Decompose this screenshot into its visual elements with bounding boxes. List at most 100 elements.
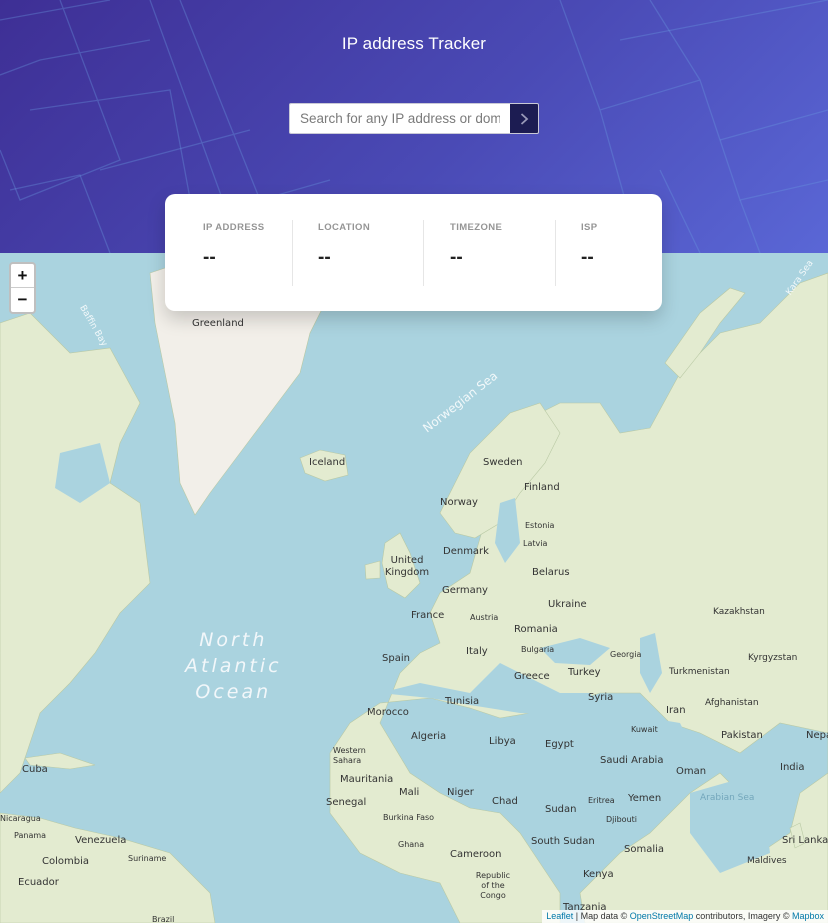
map-label: Kuwait (631, 725, 658, 734)
map-label: Latvia (523, 539, 548, 548)
map-label: Eritrea (588, 796, 615, 805)
map-label: Austria (470, 613, 499, 622)
map-label: Morocco (367, 707, 409, 718)
osm-link[interactable]: OpenStreetMap (630, 911, 694, 921)
leaflet-link[interactable]: Leaflet (546, 911, 573, 921)
stat-label: LOCATION (318, 222, 371, 233)
map-label: Kazakhstan (713, 607, 765, 617)
map-tiles (0, 253, 828, 923)
stat-ip-address: IP ADDRESS -- (203, 222, 265, 269)
map-label: Burkina Faso (383, 813, 435, 822)
map-label: Pakistan (721, 730, 763, 741)
map-label: Norway (440, 497, 478, 508)
map-label: Belarus (532, 567, 570, 578)
map-label: Algeria (411, 731, 447, 742)
map-label: Egypt (545, 739, 574, 750)
map-label: South Sudan (531, 836, 595, 847)
ocean-label-line: North (199, 629, 268, 651)
search-submit-button[interactable] (510, 103, 539, 134)
map-label: Saudi Arabia (600, 755, 664, 766)
map-label: Senegal (326, 797, 367, 808)
page-title: IP address Tracker (341, 34, 487, 53)
map-label: Kenya (583, 869, 614, 880)
stat-timezone: TIMEZONE -- (450, 222, 502, 269)
search-input[interactable] (289, 103, 510, 134)
map-label: United Kingdom (384, 555, 430, 578)
map-label: France (411, 610, 445, 621)
map-label: Iran (666, 705, 686, 716)
map-label: Sri Lanka (782, 835, 828, 846)
map-label: Cameroon (450, 849, 502, 860)
ocean-label-line: Ocean (195, 681, 272, 703)
stat-value: -- (581, 247, 594, 268)
map-label: Western Sahara (333, 746, 366, 765)
map-label: Ukraine (548, 599, 587, 610)
zoom-in-button[interactable]: + (11, 264, 34, 288)
mapbox-link[interactable]: Mapbox (792, 911, 824, 921)
stat-value: -- (318, 247, 331, 268)
map-label: Colombia (42, 856, 89, 867)
map-label: Turkey (568, 667, 601, 678)
chevron-right-icon (520, 112, 528, 125)
map-label: Ecuador (18, 877, 59, 888)
map-label: Oman (676, 766, 707, 777)
map-view[interactable]: Baffin Bay Norwegian Sea Kara Sea Arabia… (0, 253, 828, 923)
map-label: Mali (399, 787, 420, 798)
map-label: Brazil (152, 915, 175, 923)
map-label: Romania (514, 624, 558, 635)
map-label: Spain (382, 653, 410, 664)
map-attribution: Leaflet | Map data © OpenStreetMap contr… (542, 910, 828, 923)
map-label: Cuba (22, 764, 48, 775)
map-label: Suriname (128, 854, 167, 863)
map-label: Germany (442, 585, 488, 596)
stat-divider (555, 220, 556, 286)
map-label: Chad (492, 796, 518, 807)
map-label: Italy (466, 646, 488, 657)
map-label: Somalia (624, 844, 665, 855)
stat-divider (292, 220, 293, 286)
stat-label: TIMEZONE (450, 222, 503, 233)
map-label: Greece (514, 671, 550, 682)
map-label: Georgia (610, 650, 642, 659)
search-bar (289, 103, 539, 134)
map-label: Greenland (192, 318, 244, 329)
attribution-text: | Map data © (573, 911, 630, 921)
stat-isp: ISP -- (581, 222, 598, 269)
map-label: India (780, 762, 805, 773)
map-label: Kyrgyzstan (748, 653, 798, 663)
map-label: Syria (588, 692, 614, 703)
map-label: Estonia (525, 521, 555, 530)
map-label: Tunisia (445, 696, 480, 707)
stat-label: ISP (581, 222, 598, 233)
map-label: Nicaragua (0, 814, 41, 823)
zoom-control: + − (9, 262, 36, 314)
ip-info-card: IP ADDRESS -- LOCATION -- TIMEZONE -- IS… (165, 194, 662, 311)
stat-value: -- (203, 247, 216, 268)
zoom-out-button[interactable]: − (11, 288, 34, 312)
map-label: Denmark (443, 546, 489, 557)
map-label: Panama (14, 831, 47, 840)
attribution-text: contributors, Imagery © (693, 911, 792, 921)
map-label: Iceland (309, 457, 346, 468)
map-label: Finland (524, 482, 560, 493)
map-label: Afghanistan (705, 698, 759, 708)
map-label: Turkmenistan (669, 667, 730, 677)
stat-value: -- (450, 247, 463, 268)
map-label: Libya (489, 736, 516, 747)
map-label: Nepal (806, 730, 828, 741)
map-label: Yemen (628, 793, 662, 804)
map-label: Bulgaria (521, 645, 555, 654)
map-label: Republic of the Congo (475, 871, 511, 900)
map-label: Djibouti (606, 815, 638, 824)
map-label: Venezuela (75, 835, 127, 846)
stat-location: LOCATION -- (318, 222, 370, 269)
ocean-label-line: Atlantic (185, 655, 282, 677)
map-label: Niger (447, 787, 474, 798)
map-label: Sudan (545, 804, 577, 815)
map-label: Maldives (747, 856, 787, 866)
ocean-label: North Atlantic Ocean (185, 627, 282, 705)
stat-label: IP ADDRESS (203, 222, 265, 233)
stat-divider (423, 220, 424, 286)
map-label: Ghana (398, 840, 425, 849)
map-label: Mauritania (340, 774, 394, 785)
